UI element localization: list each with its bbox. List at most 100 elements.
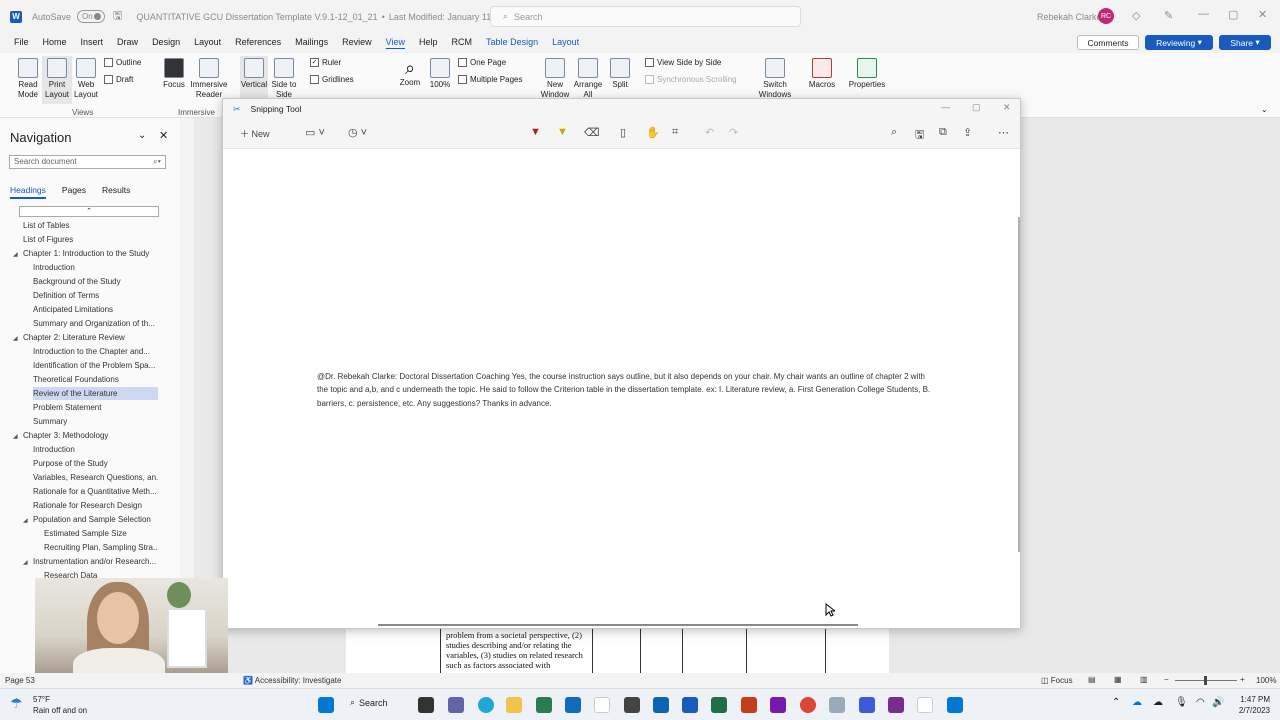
page-indicator[interactable]: Page 53 bbox=[5, 676, 35, 685]
nav-heading-item[interactable]: Rationale for a Quantitative Meth... bbox=[33, 485, 158, 498]
start-icon[interactable] bbox=[318, 697, 334, 713]
mail-icon[interactable] bbox=[565, 697, 581, 713]
powerpoint-icon[interactable] bbox=[741, 697, 757, 713]
nav-heading-item[interactable]: Summary bbox=[33, 415, 158, 428]
zoom-button[interactable]: ⌕ Zoom bbox=[396, 58, 424, 88]
menu-layout[interactable]: Layout bbox=[187, 37, 228, 47]
read-mode-button[interactable]: Read Mode bbox=[14, 58, 42, 100]
zoom-app-icon[interactable] bbox=[859, 697, 875, 713]
crop-icon[interactable]: ⌗ bbox=[672, 126, 678, 139]
collapse-all-button[interactable]: ⌃ bbox=[19, 206, 159, 217]
clock[interactable]: 1:47 PM 2/7/2023 bbox=[1239, 694, 1270, 716]
menu-help[interactable]: Help bbox=[412, 37, 445, 47]
nav-options-icon[interactable]: ⌄ bbox=[138, 130, 146, 141]
copy-icon[interactable]: ⧉ bbox=[939, 126, 947, 139]
nav-heading-item[interactable]: Recruiting Plan, Sampling Stra... bbox=[44, 541, 158, 554]
edge-icon[interactable] bbox=[478, 697, 494, 713]
microphone-icon[interactable]: 🎙 bbox=[1175, 697, 1188, 708]
horizontal-scrollbar[interactable] bbox=[378, 624, 858, 626]
switch-windows-button[interactable]: Switch Windows bbox=[758, 58, 792, 100]
app-icon[interactable] bbox=[917, 697, 933, 713]
zoom-slider-thumb[interactable] bbox=[1204, 676, 1207, 685]
close-icon[interactable]: ✕ bbox=[1258, 8, 1267, 21]
arrange-all-button[interactable]: Arrange All bbox=[573, 58, 603, 100]
properties-button[interactable]: Properties bbox=[848, 58, 886, 90]
task-view-icon[interactable] bbox=[418, 697, 434, 713]
menu-draw[interactable]: Draw bbox=[110, 37, 145, 47]
taskbar-search[interactable]: ⌕ Search bbox=[350, 697, 388, 708]
nav-heading-item[interactable]: Summary and Organization of th... bbox=[33, 317, 158, 330]
menu-mailings[interactable]: Mailings bbox=[288, 37, 335, 47]
expand-caret-icon[interactable]: ◢ bbox=[13, 335, 18, 342]
teams-icon[interactable] bbox=[448, 697, 464, 713]
document-page[interactable] bbox=[346, 628, 889, 678]
menu-review[interactable]: Review bbox=[335, 37, 379, 47]
nav-heading-item[interactable]: Chapter 1: Introduction to the Study bbox=[23, 247, 158, 260]
save-icon[interactable]: 🖫 bbox=[915, 126, 924, 145]
snip-close-icon[interactable]: ✕ bbox=[1003, 102, 1011, 113]
menu-rcm[interactable]: RCM bbox=[445, 37, 480, 47]
menu-insert[interactable]: Insert bbox=[74, 37, 111, 47]
nav-heading-item[interactable]: Chapter 2: Literature Review bbox=[23, 331, 158, 344]
new-snip-button[interactable]: ＋ New bbox=[240, 127, 270, 140]
focus-button[interactable]: Focus bbox=[161, 58, 187, 90]
nav-search-input[interactable]: Search document ⌕▾ bbox=[9, 155, 166, 169]
tab-results[interactable]: Results bbox=[102, 185, 130, 199]
nav-heading-item[interactable]: List of Figures bbox=[23, 233, 158, 246]
side-to-side-button[interactable]: Side to Side bbox=[271, 58, 297, 100]
split-button[interactable]: Split bbox=[606, 58, 634, 90]
immersive-reader-button[interactable]: Immersive Reader bbox=[189, 58, 229, 100]
nav-heading-item[interactable]: Anticipated Limitations bbox=[33, 303, 158, 316]
focus-mode-button[interactable]: ◫ Focus bbox=[1041, 676, 1073, 685]
vertical-button[interactable]: Vertical bbox=[240, 56, 268, 104]
delay-timer-icon[interactable]: ◷ ˅ bbox=[348, 126, 367, 139]
nav-heading-item[interactable]: Variables, Research Questions, an... bbox=[33, 471, 158, 484]
nav-heading-item[interactable]: Background of the Study bbox=[33, 275, 158, 288]
web-layout-view-icon[interactable]: ▥ bbox=[1140, 675, 1148, 684]
outlook-icon[interactable] bbox=[653, 697, 669, 713]
cloud-icon[interactable]: ☁ bbox=[1153, 697, 1163, 708]
menu-file[interactable]: File bbox=[0, 37, 36, 47]
pen-icon[interactable]: ✎ bbox=[1164, 9, 1173, 22]
amazon-icon[interactable] bbox=[594, 697, 610, 713]
nav-heading-item[interactable]: List of Tables bbox=[23, 219, 158, 232]
nav-close-icon[interactable]: ✕ bbox=[159, 129, 168, 142]
snip-minimize-icon[interactable]: — bbox=[941, 102, 950, 112]
vertical-scrollbar[interactable] bbox=[1018, 217, 1020, 552]
snipping-tool-window[interactable]: ✂ Snipping Tool — ▢ ✕ ＋ New ▭ ˅ ◷ ˅ ▼ ▼ … bbox=[222, 98, 1021, 629]
app-icon[interactable] bbox=[624, 697, 640, 713]
zoom-in-icon[interactable]: + bbox=[1240, 675, 1245, 684]
chrome-icon[interactable] bbox=[800, 697, 816, 713]
comments-button[interactable]: Comments bbox=[1077, 35, 1139, 50]
file-explorer-icon[interactable] bbox=[506, 697, 522, 713]
zoom-100-button[interactable]: 100% bbox=[427, 58, 453, 90]
outline-button[interactable]: Outline bbox=[104, 58, 141, 67]
zoom-out-icon[interactable]: − bbox=[1164, 675, 1169, 684]
wifi-icon[interactable]: ◠ bbox=[1196, 697, 1205, 708]
snip-maximize-icon[interactable]: ▢ bbox=[972, 102, 981, 113]
touch-writing-icon[interactable]: ✋ bbox=[646, 126, 660, 139]
read-mode-view-icon[interactable]: ▤ bbox=[1088, 675, 1096, 684]
expand-caret-icon[interactable]: ◢ bbox=[13, 251, 18, 258]
table-cell-text[interactable]: problem from a societal perspective, (2)… bbox=[446, 630, 594, 670]
store-icon[interactable] bbox=[536, 697, 552, 713]
snipping-tool-icon[interactable] bbox=[829, 697, 845, 713]
zoom-level[interactable]: 100% bbox=[1256, 676, 1276, 685]
nav-heading-item[interactable]: Population and Sample Selection bbox=[33, 513, 158, 526]
onenote-icon[interactable] bbox=[770, 697, 786, 713]
macros-button[interactable]: Macros bbox=[806, 58, 838, 90]
gridlines-checkbox[interactable]: Gridlines bbox=[310, 75, 354, 84]
onedrive-icon[interactable]: ☁ bbox=[1132, 697, 1142, 708]
menu-references[interactable]: References bbox=[228, 37, 288, 47]
ruler-checkbox[interactable]: ✓ Ruler bbox=[310, 58, 341, 67]
accessibility-status[interactable]: ♿ Accessibility: Investigate bbox=[243, 676, 341, 685]
share-icon[interactable]: ⇪ bbox=[963, 126, 972, 139]
avatar[interactable]: RC bbox=[1098, 8, 1114, 24]
excel-icon[interactable] bbox=[711, 697, 727, 713]
nav-heading-item[interactable]: Identification of the Problem Spa... bbox=[33, 359, 158, 372]
share-button[interactable]: Share ▾ bbox=[1219, 35, 1271, 50]
synchronous-scrolling-button[interactable]: Synchronous Scrolling bbox=[645, 75, 737, 84]
nav-heading-item[interactable]: Instrumentation and/or Research... bbox=[33, 555, 158, 568]
redo-icon[interactable]: ↷ bbox=[729, 126, 738, 139]
ribbon-collapse-icon[interactable]: ⌄ bbox=[1261, 105, 1268, 114]
